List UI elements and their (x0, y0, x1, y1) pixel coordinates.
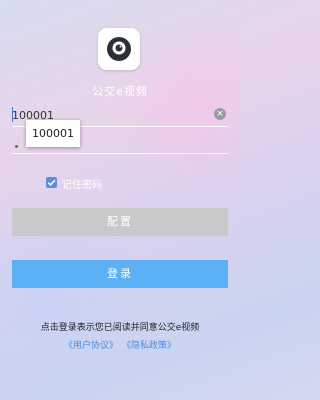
app-title: 公交e视频 (92, 85, 148, 98)
text-cursor (12, 107, 13, 122)
password-mask (15, 145, 18, 148)
remember-password-label[interactable]: 记住密码 (62, 176, 102, 191)
suggestion-item[interactable]: 100001 (26, 120, 80, 147)
config-button[interactable]: 配置 (12, 208, 228, 236)
policy-links: 《用户协议》 《隐私政策》 (0, 338, 240, 351)
user-agreement-link[interactable]: 《用户协议》 (64, 341, 118, 351)
camera-lens-icon (107, 37, 131, 61)
check-icon (47, 179, 56, 186)
remember-password-checkbox[interactable] (46, 177, 57, 188)
agreement-text: 点击登录表示您已阅读并同意公交e视频 (40, 323, 200, 333)
clear-icon[interactable]: × (214, 108, 226, 120)
app-logo (98, 28, 140, 70)
login-button[interactable]: 登录 (12, 260, 228, 288)
account-suggestion-popup: 100001 (26, 120, 80, 147)
password-divider (12, 153, 228, 154)
privacy-policy-link[interactable]: 《隐私政策》 (122, 341, 176, 351)
